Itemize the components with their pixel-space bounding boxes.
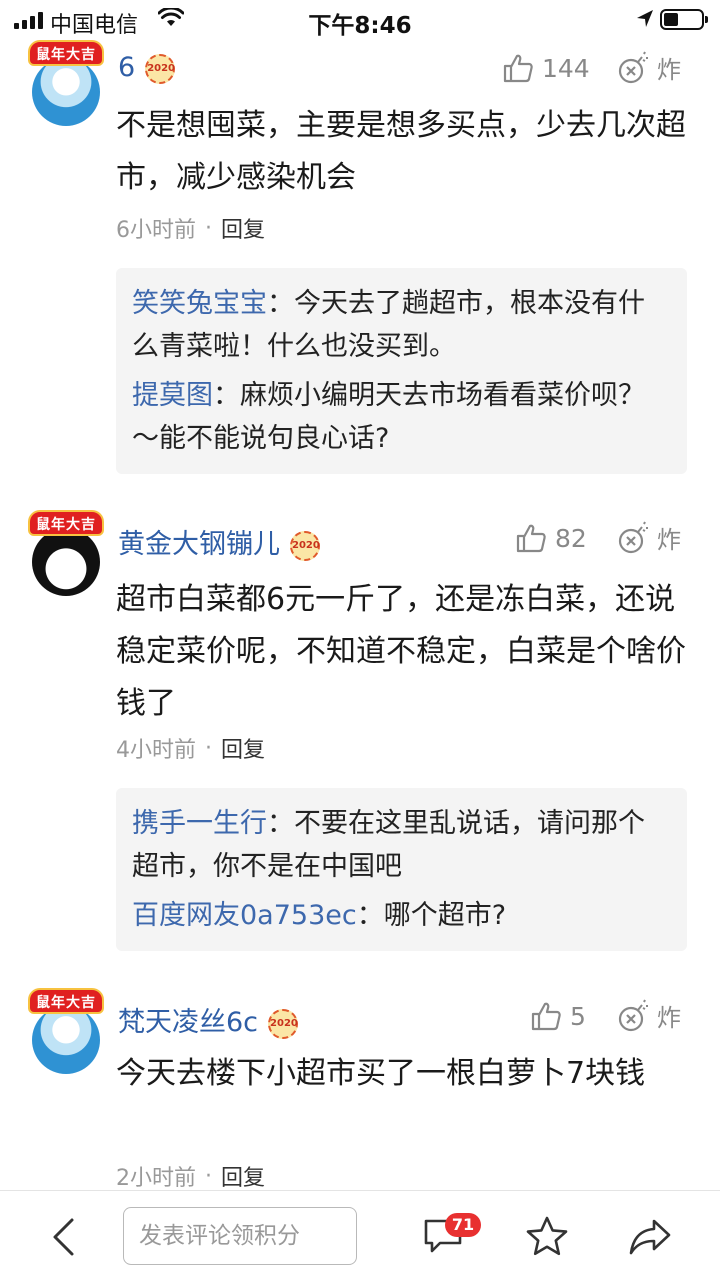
comment-time: 2小时前	[116, 1166, 196, 1191]
comment-username[interactable]: 梵天凌丝6c 2020	[118, 1000, 299, 1039]
bomb-icon	[618, 51, 648, 83]
username-text[interactable]: 6	[118, 52, 135, 83]
comment-meta: 2小时前 · 回复	[116, 1160, 265, 1192]
share-arrow-icon	[629, 1219, 671, 1255]
bomb-label: 炸	[657, 526, 681, 554]
reply-username[interactable]: 携手一生行	[132, 808, 267, 839]
avatar[interactable]: 鼠年大吉	[28, 510, 104, 596]
like-count: 5	[570, 1001, 586, 1031]
reply-item[interactable]: 携手一生行：不要在这里乱说话，请问那个超市，你不是在中国吧	[132, 802, 671, 888]
like-button[interactable]: 82	[515, 522, 587, 554]
clock: 下午8:46	[308, 13, 412, 39]
avatar[interactable]: 鼠年大吉	[28, 988, 104, 1074]
year-badge: 2020	[268, 1008, 299, 1039]
comment-item: 鼠年大吉 6 2020 144 炸 不是想囤菜，主要是想多买点，少去几次超市，减少…	[0, 40, 720, 480]
username-text[interactable]: 梵天凌丝6c	[118, 1007, 258, 1038]
bomb-label: 炸	[657, 1004, 681, 1032]
avatar-badge: 鼠年大吉	[28, 40, 104, 66]
comment-username[interactable]: 6 2020	[118, 52, 176, 84]
username-text[interactable]: 黄金大钢镚儿	[118, 529, 280, 560]
back-button[interactable]	[48, 1217, 78, 1261]
comment-item: 鼠年大吉 梵天凌丝6c 2020 5 炸 今天去楼下小超市买了一根白萝卜7块钱 2…	[0, 988, 720, 1191]
avatar-badge: 鼠年大吉	[28, 510, 104, 536]
thumbs-up-icon	[516, 524, 546, 553]
bomb-icon	[618, 521, 648, 553]
reply-username[interactable]: 百度网友0a753ec	[132, 900, 357, 931]
comment-item: 鼠年大吉 黄金大钢镚儿 2020 82 炸 超市白菜都6元一斤了，还是冻白菜，还说…	[0, 510, 720, 960]
battery-icon	[660, 9, 708, 30]
like-button[interactable]: 144	[502, 52, 590, 84]
share-button[interactable]	[628, 1217, 672, 1261]
thumbs-up-icon	[531, 1002, 561, 1031]
comment-meta: 4小时前 · 回复	[116, 732, 265, 764]
comment-meta: 6小时前 · 回复	[116, 212, 265, 244]
reply-button[interactable]: 回复	[221, 212, 265, 244]
bomb-button[interactable]: 炸	[617, 50, 681, 85]
like-button[interactable]: 5	[530, 1000, 586, 1032]
comment-input[interactable]: 发表评论领积分	[123, 1207, 357, 1265]
comment-count-badge: 71	[445, 1213, 481, 1237]
comment-text: 不是想囤菜，主要是想多买点，少去几次超市，减少感染机会	[116, 108, 686, 195]
reply-username[interactable]: 笑笑兔宝宝	[132, 288, 267, 319]
bomb-label: 炸	[657, 56, 681, 84]
reply-list[interactable]: 笑笑兔宝宝：今天去了趟超市，根本没有什么青菜啦！什么也没买到。 提莫图：麻烦小编…	[116, 268, 687, 474]
reply-separator: ：	[356, 900, 384, 931]
reply-separator: ：	[267, 288, 294, 319]
like-count: 144	[542, 53, 590, 83]
reply-item[interactable]: 笑笑兔宝宝：今天去了趟超市，根本没有什么青菜啦！什么也没买到。	[132, 282, 671, 368]
year-badge: 2020	[145, 53, 176, 84]
bomb-button[interactable]: 炸	[617, 998, 681, 1033]
reply-text: 哪个超市?	[383, 900, 507, 931]
avatar[interactable]: 鼠年大吉	[28, 40, 104, 126]
separator-dot: ·	[205, 735, 212, 761]
favorite-button[interactable]	[525, 1215, 569, 1261]
like-count: 82	[555, 523, 587, 553]
bomb-icon	[618, 999, 648, 1031]
reply-item[interactable]: 提莫图：麻烦小编明天去市场看看菜价呗？～能不能说句良心话?	[132, 374, 671, 460]
reply-item[interactable]: 百度网友0a753ec：哪个超市?	[132, 894, 671, 937]
comment-text: 超市白菜都6元一斤了，还是冻白菜，还说稳定菜价呢，不知道不稳定，白菜是个啥价钱了	[116, 582, 686, 721]
chevron-left-icon	[53, 1218, 74, 1256]
reply-button[interactable]: 回复	[221, 732, 265, 764]
comment-text: 今天去楼下小超市买了一根白萝卜7块钱	[116, 1056, 646, 1091]
reply-list[interactable]: 携手一生行：不要在这里乱说话，请问那个超市，你不是在中国吧 百度网友0a753e…	[116, 788, 687, 951]
reply-separator: ：	[213, 380, 240, 411]
reply-separator: ：	[267, 808, 294, 839]
thumbs-up-icon	[503, 54, 533, 83]
star-icon	[526, 1216, 568, 1256]
comment-time: 4小时前	[116, 738, 196, 763]
bomb-button[interactable]: 炸	[617, 520, 681, 555]
bottom-toolbar: 发表评论领积分 71	[0, 1190, 720, 1280]
separator-dot: ·	[205, 215, 212, 241]
reply-username[interactable]: 提莫图	[132, 380, 213, 411]
separator-dot: ·	[205, 1163, 212, 1189]
year-badge: 2020	[290, 530, 320, 561]
reply-button[interactable]: 回复	[221, 1160, 265, 1192]
comment-username[interactable]: 黄金大钢镚儿 2020	[118, 522, 320, 561]
location-arrow-icon	[635, 9, 655, 33]
status-bar: 中国电信 下午8:46	[0, 0, 720, 40]
avatar-badge: 鼠年大吉	[28, 988, 104, 1014]
comment-time: 6小时前	[116, 218, 196, 243]
